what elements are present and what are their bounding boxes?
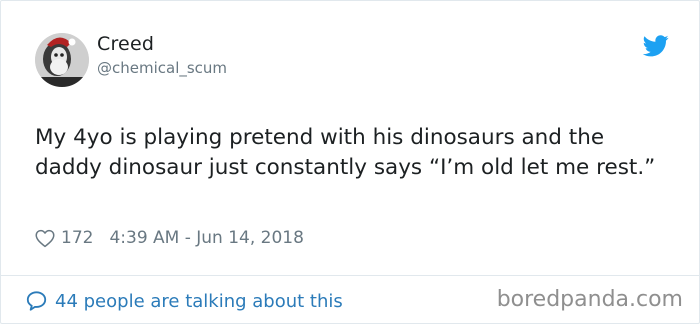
speech-bubble-icon xyxy=(26,291,47,311)
user-handle[interactable]: @chemical_scum xyxy=(97,59,227,77)
tweet-card: Creed @chemical_scum My 4yo is playing p… xyxy=(0,0,700,324)
twitter-bird-icon[interactable] xyxy=(643,35,669,57)
talking-link[interactable]: 44 people are talking about this xyxy=(25,288,343,314)
tweet-text: My 4yo is playing pretend with his dinos… xyxy=(35,125,656,180)
like-count: 172 xyxy=(61,228,94,248)
avatar[interactable] xyxy=(35,33,89,87)
timestamp[interactable]: 4:39 AM - Jun 14, 2018 xyxy=(109,228,304,248)
talking-text[interactable]: 44 people are talking about this xyxy=(55,291,343,312)
tweet-meta: 172 4:39 AM - Jun 14, 2018 xyxy=(35,227,304,249)
display-name[interactable]: Creed xyxy=(97,33,154,55)
divider xyxy=(1,275,699,276)
avatar-image xyxy=(35,33,89,87)
heart-icon[interactable] xyxy=(35,229,55,248)
watermark: boredpanda.com xyxy=(496,287,683,312)
